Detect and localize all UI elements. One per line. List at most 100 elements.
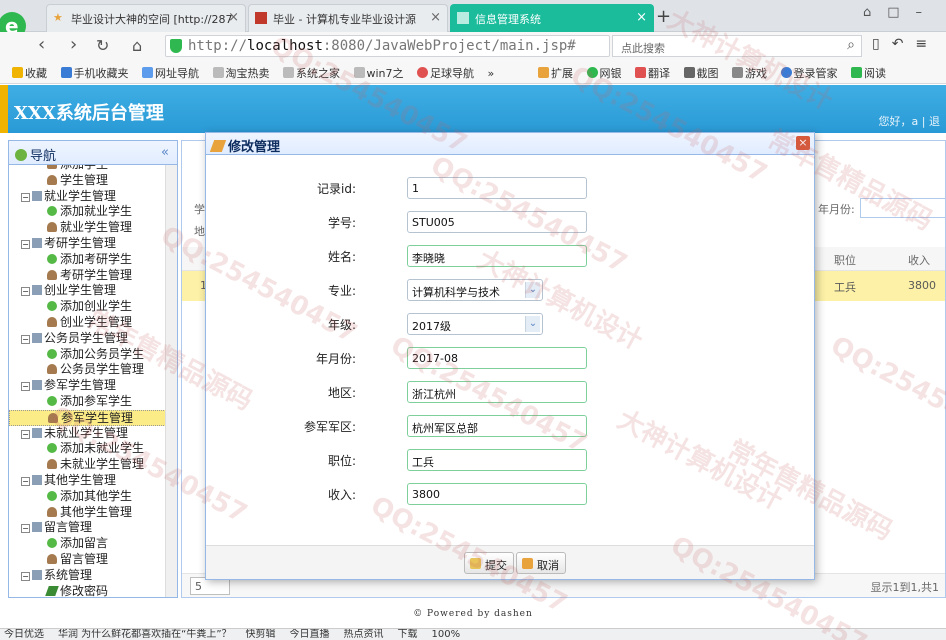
bookmark-item[interactable]: 足球导航 bbox=[417, 65, 474, 81]
tree-item[interactable]: 添加留言 bbox=[9, 536, 166, 552]
translate-button[interactable]: 翻译 bbox=[635, 65, 670, 81]
search-input[interactable]: 点此搜索 ⌕ bbox=[612, 35, 862, 57]
refresh-icon[interactable]: ↻ bbox=[96, 36, 109, 55]
expand-toggle-icon[interactable]: − bbox=[21, 571, 30, 581]
status-item[interactable]: 华润 为什么鲜花都喜欢插在“牛粪上”？ bbox=[58, 629, 232, 640]
status-item[interactable]: 快剪辑 bbox=[246, 629, 276, 640]
tree-item[interactable]: 修改密码 bbox=[9, 584, 166, 597]
browser-tools[interactable]: ▯↶≡ bbox=[872, 36, 939, 52]
new-tab-button[interactable]: + bbox=[656, 6, 671, 27]
text-field[interactable]: STU005 bbox=[407, 211, 587, 233]
bookmark-item[interactable]: 系统之家 bbox=[283, 65, 340, 81]
grid-icon bbox=[538, 67, 549, 78]
bookmark-item[interactable]: 手机收藏夹 bbox=[60, 65, 129, 81]
expand-toggle-icon[interactable]: − bbox=[21, 476, 30, 486]
tree-group[interactable]: − 未就业学生管理 bbox=[9, 426, 166, 442]
extension-button[interactable]: 扩展 bbox=[538, 65, 573, 81]
reader-button[interactable]: 阅读 bbox=[851, 65, 886, 81]
tree-item[interactable]: 添加就业学生 bbox=[9, 204, 166, 220]
tree-item[interactable]: 公务员学生管理 bbox=[9, 362, 166, 378]
bookmark-item[interactable]: 网址导航 bbox=[142, 65, 199, 81]
chevron-down-icon[interactable]: ⌄ bbox=[525, 282, 540, 298]
tree-item[interactable]: 添加学生 bbox=[9, 165, 166, 173]
bookmark-item[interactable]: win7之 bbox=[353, 65, 404, 81]
tab-1[interactable]: ★ 毕业设计大神的空间 [http://287 × bbox=[46, 4, 246, 32]
tab-3-active[interactable]: 信息管理系统 × bbox=[450, 4, 654, 32]
user-icon bbox=[47, 174, 57, 185]
home-icon[interactable]: ⌂ bbox=[132, 36, 142, 55]
text-field[interactable]: 2017-08 bbox=[407, 347, 587, 369]
tree-item[interactable]: 就业学生管理 bbox=[9, 220, 166, 236]
tab-2[interactable]: 毕业 - 计算机专业毕业设计源 × bbox=[248, 4, 448, 32]
cancel-button[interactable]: 取消 bbox=[516, 552, 566, 574]
tree-group[interactable]: − 系统管理 bbox=[9, 568, 166, 584]
tree-item[interactable]: 考研学生管理 bbox=[9, 268, 166, 284]
tree-item[interactable]: 添加考研学生 bbox=[9, 252, 166, 268]
select-field[interactable]: 2017级 ⌄ bbox=[407, 313, 543, 335]
search-placeholder: 点此搜索 bbox=[621, 42, 665, 55]
tree-item[interactable]: 添加未就业学生 bbox=[9, 441, 166, 457]
expand-toggle-icon[interactable]: − bbox=[21, 192, 30, 202]
add-icon bbox=[47, 538, 57, 549]
status-item[interactable]: 热点资讯 bbox=[344, 629, 384, 640]
expand-toggle-icon[interactable]: − bbox=[21, 429, 30, 439]
tree-group[interactable]: − 创业学生管理 bbox=[9, 283, 166, 299]
screenshot-button[interactable]: 截图 bbox=[683, 65, 719, 81]
select-field[interactable]: 计算机科学与技术 ⌄ bbox=[407, 279, 543, 301]
status-item[interactable]: 今日直播 bbox=[290, 629, 330, 640]
tree-item[interactable]: 添加参军学生 bbox=[9, 394, 166, 410]
sidebar-scrollbar[interactable] bbox=[165, 165, 177, 597]
close-icon[interactable]: × bbox=[636, 10, 647, 25]
expand-toggle-icon[interactable]: − bbox=[21, 524, 30, 534]
collapse-icon[interactable]: « bbox=[161, 145, 169, 160]
tree-group[interactable]: − 参军学生管理 bbox=[9, 378, 166, 394]
chevron-down-icon[interactable]: ⌄ bbox=[525, 316, 540, 332]
search-icon[interactable]: ⌕ bbox=[847, 37, 855, 53]
tree-label: 就业学生管理 bbox=[44, 188, 117, 203]
tree-group[interactable]: − 就业学生管理 bbox=[9, 189, 166, 205]
expand-toggle-icon[interactable]: − bbox=[21, 239, 30, 249]
tree-group[interactable]: − 留言管理 bbox=[9, 520, 166, 536]
text-field[interactable]: 1 bbox=[407, 177, 587, 199]
tree-item[interactable]: 添加公务员学生 bbox=[9, 347, 166, 363]
text-field[interactable]: 浙江杭州 bbox=[407, 381, 587, 403]
back-icon[interactable]: ‹ bbox=[38, 34, 45, 55]
status-item[interactable]: 100% bbox=[432, 629, 461, 640]
text-field[interactable]: 杭州军区总部 bbox=[407, 415, 587, 437]
expand-toggle-icon[interactable]: − bbox=[21, 287, 30, 297]
text-field[interactable]: 李晓晓 bbox=[407, 245, 587, 267]
tree-item[interactable]: 留言管理 bbox=[9, 552, 166, 568]
text-field[interactable]: 3800 bbox=[407, 483, 587, 505]
address-bar[interactable]: http://localhost:8080/JavaWebProject/mai… bbox=[165, 35, 610, 57]
tree-item[interactable]: 创业学生管理 bbox=[9, 315, 166, 331]
tree-group[interactable]: − 公务员学生管理 bbox=[9, 331, 166, 347]
status-item[interactable]: 下载 bbox=[398, 629, 418, 640]
expand-toggle-icon[interactable]: − bbox=[21, 382, 30, 392]
close-icon[interactable]: × bbox=[430, 10, 441, 25]
expand-toggle-icon[interactable]: − bbox=[21, 334, 30, 344]
folder-icon bbox=[32, 427, 42, 438]
bookmark-item[interactable]: 淘宝热卖 bbox=[212, 65, 270, 81]
tree-group[interactable]: − 考研学生管理 bbox=[9, 236, 166, 252]
status-item[interactable]: 今日优选 bbox=[4, 629, 44, 640]
tree-item[interactable]: 添加其他学生 bbox=[9, 489, 166, 505]
submit-button[interactable]: 提交 bbox=[464, 552, 514, 574]
window-controls[interactable]: ⌂□– bbox=[863, 5, 938, 20]
close-icon[interactable]: × bbox=[228, 10, 239, 25]
user-greeting[interactable]: 您好，a | 退 bbox=[879, 113, 940, 129]
forward-icon[interactable]: › bbox=[70, 34, 77, 55]
bookmark-more[interactable]: » bbox=[488, 67, 495, 80]
games-button[interactable]: 游戏 bbox=[732, 65, 767, 81]
browser-tab-bar: e ★ 毕业设计大神的空间 [http://287 × 毕业 - 计算机专业毕业… bbox=[0, 0, 946, 40]
text-field[interactable]: 工兵 bbox=[407, 449, 587, 471]
login-manager-button[interactable]: 登录管家 bbox=[780, 65, 838, 81]
bookmark-item[interactable]: 收藏 bbox=[12, 65, 47, 81]
tree-item[interactable]: 其他学生管理 bbox=[9, 505, 166, 521]
tree-item[interactable]: 未就业学生管理 bbox=[9, 457, 166, 473]
tree-item[interactable]: 添加创业学生 bbox=[9, 299, 166, 315]
tree-item[interactable]: 参军学生管理 bbox=[9, 409, 166, 426]
bank-button[interactable]: 网银 bbox=[586, 65, 622, 81]
tree-item[interactable]: 学生管理 bbox=[9, 173, 166, 189]
close-icon[interactable]: × bbox=[796, 136, 810, 150]
tree-group[interactable]: − 其他学生管理 bbox=[9, 473, 166, 489]
